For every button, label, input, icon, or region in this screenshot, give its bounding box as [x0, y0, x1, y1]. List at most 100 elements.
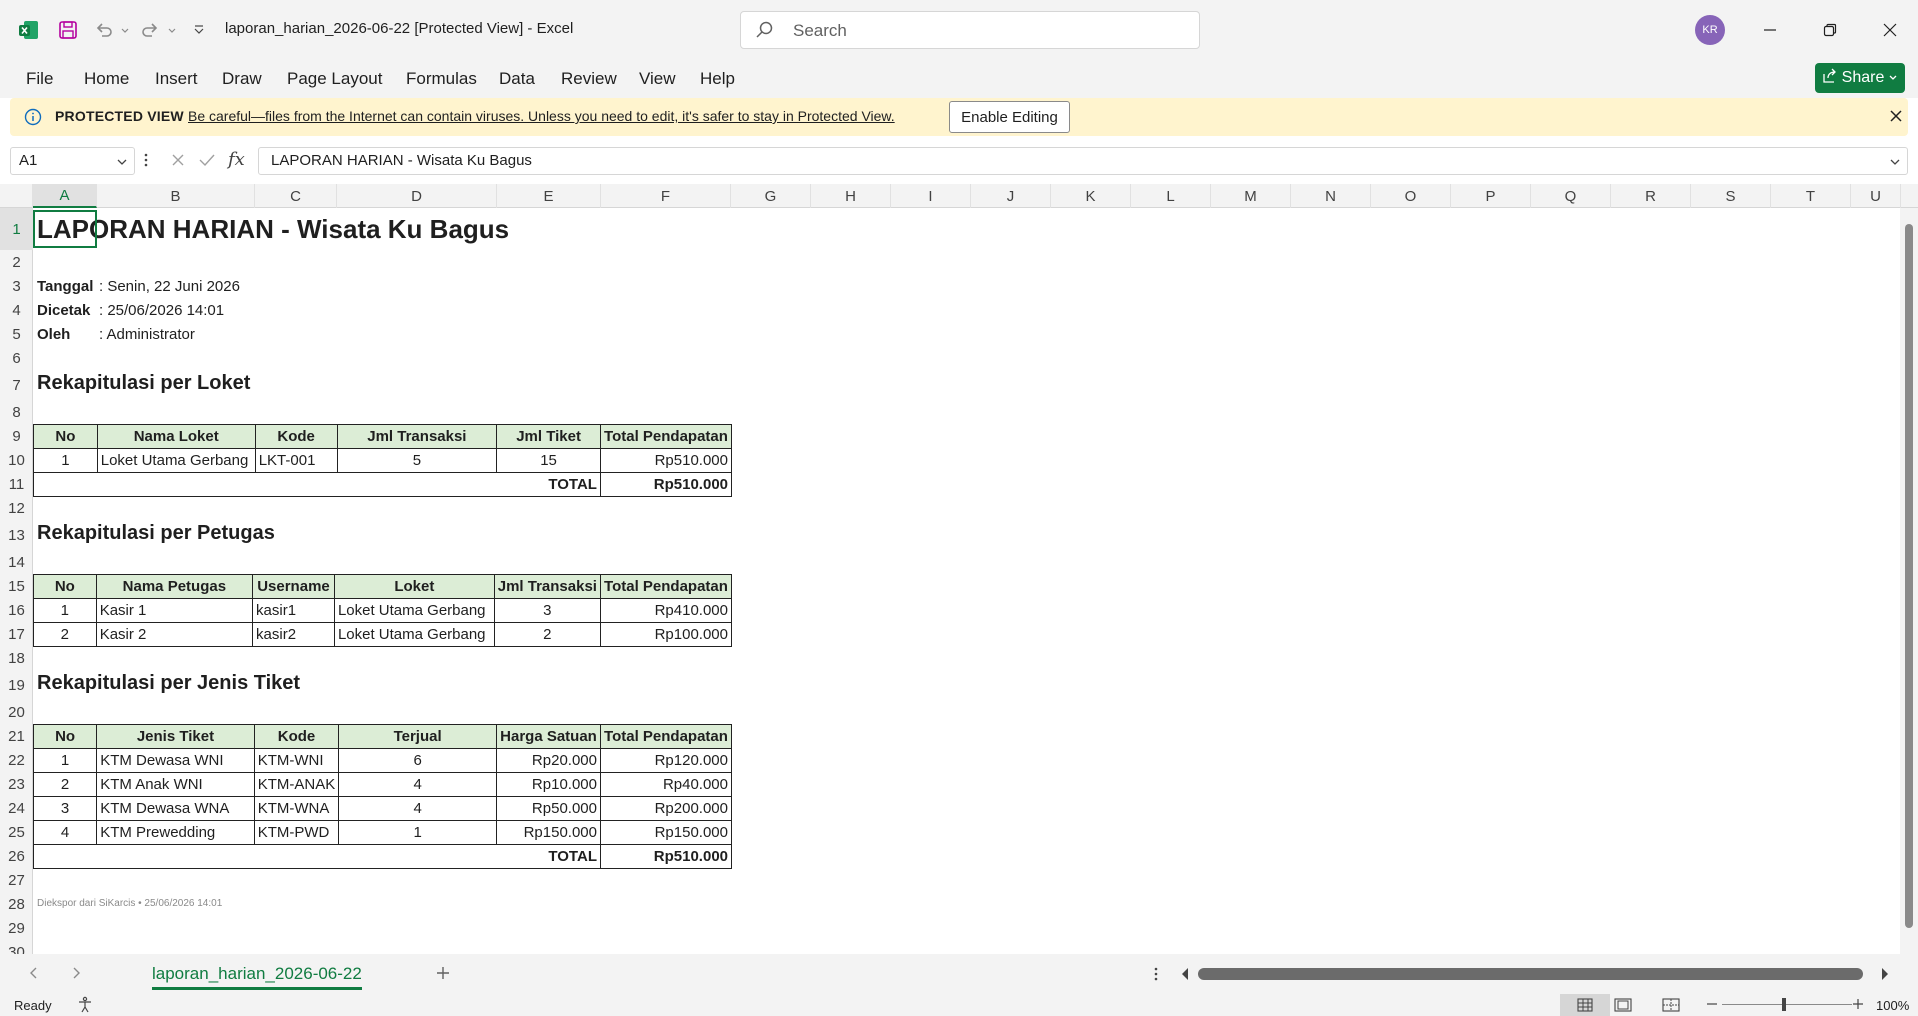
row-header[interactable]: 15	[0, 574, 33, 598]
column-header[interactable]: J	[971, 184, 1051, 208]
column-header[interactable]: N	[1291, 184, 1371, 208]
avatar[interactable]: KR	[1695, 15, 1725, 45]
column-header[interactable]: G	[731, 184, 811, 208]
column-header[interactable]: E	[497, 184, 601, 208]
column-header[interactable]: K	[1051, 184, 1131, 208]
row-header[interactable]: 12	[0, 496, 33, 520]
close-window-button[interactable]	[1870, 14, 1910, 46]
search-input[interactable]: Search	[740, 11, 1200, 49]
row-header[interactable]: 19	[0, 670, 33, 700]
minimize-button[interactable]	[1750, 14, 1790, 46]
menu-review[interactable]: Review	[561, 69, 617, 89]
menu-page-layout[interactable]: Page Layout	[287, 69, 382, 89]
select-all-corner[interactable]	[0, 184, 33, 208]
undo-icon[interactable]	[94, 18, 114, 42]
column-header[interactable]: Q	[1531, 184, 1611, 208]
menu-help[interactable]: Help	[700, 69, 735, 89]
more-options-icon[interactable]	[144, 152, 148, 172]
redo-icon[interactable]	[140, 18, 160, 42]
enter-icon[interactable]	[198, 152, 216, 172]
zoom-level[interactable]: 100%	[1876, 998, 1909, 1013]
menu-file[interactable]: File	[26, 69, 53, 89]
row-header[interactable]: 22	[0, 748, 33, 772]
column-header[interactable]: O	[1371, 184, 1451, 208]
menu-formulas[interactable]: Formulas	[406, 69, 477, 89]
menu-home[interactable]: Home	[84, 69, 129, 89]
column-header[interactable]: M	[1211, 184, 1291, 208]
row-header[interactable]: 8	[0, 400, 33, 424]
column-header[interactable]: L	[1131, 184, 1211, 208]
more-options-icon[interactable]	[1154, 966, 1158, 986]
name-box[interactable]: A1	[10, 147, 135, 175]
row-header[interactable]: 6	[0, 346, 33, 370]
menu-view[interactable]: View	[639, 69, 676, 89]
normal-view-button[interactable]	[1560, 994, 1610, 1016]
row-header[interactable]: 27	[0, 868, 33, 892]
row-header[interactable]: 13	[0, 520, 33, 550]
expand-formula-icon[interactable]	[1889, 155, 1901, 172]
cancel-icon[interactable]	[170, 152, 186, 172]
row-header[interactable]: 9	[0, 424, 33, 448]
protected-view-message[interactable]: Be careful—files from the Internet can c…	[188, 108, 895, 124]
row-header[interactable]: 29	[0, 916, 33, 940]
close-icon[interactable]	[1888, 108, 1904, 128]
row-header[interactable]: 30	[0, 940, 33, 955]
column-header[interactable]: T	[1771, 184, 1851, 208]
column-header[interactable]: P	[1451, 184, 1531, 208]
save-icon[interactable]	[58, 18, 78, 42]
scroll-right-icon[interactable]	[1880, 967, 1890, 985]
row-header[interactable]: 3	[0, 274, 33, 298]
row-header[interactable]: 5	[0, 322, 33, 346]
chevron-down-icon[interactable]	[116, 155, 128, 172]
zoom-out-icon[interactable]	[1706, 997, 1718, 1014]
row-header[interactable]: 24	[0, 796, 33, 820]
insert-function-icon[interactable]: fx	[228, 149, 245, 170]
row-header[interactable]: 23	[0, 772, 33, 796]
row-header[interactable]: 14	[0, 550, 33, 574]
row-header[interactable]: 16	[0, 598, 33, 622]
column-header[interactable]: U	[1851, 184, 1901, 208]
scrollbar-thumb[interactable]	[1905, 224, 1913, 928]
formula-input[interactable]: LAPORAN HARIAN - Wisata Ku Bagus	[258, 147, 1908, 175]
row-header[interactable]: 25	[0, 820, 33, 844]
menu-insert[interactable]: Insert	[155, 69, 198, 89]
vertical-scrollbar[interactable]	[1900, 208, 1918, 954]
horizontal-scrollbar-thumb[interactable]	[1198, 968, 1863, 980]
enable-editing-button[interactable]: Enable Editing	[949, 101, 1070, 133]
row-header[interactable]: 28	[0, 892, 33, 916]
undo-dropdown-icon[interactable]	[120, 18, 130, 42]
restore-button[interactable]	[1810, 14, 1850, 46]
column-header[interactable]: D	[337, 184, 497, 208]
row-header[interactable]: 11	[0, 472, 33, 496]
row-header[interactable]: 20	[0, 700, 33, 724]
sheet-content[interactable]: LAPORAN HARIAN - Wisata Ku Bagus Tanggal…	[32, 208, 1918, 954]
column-header[interactable]: R	[1611, 184, 1691, 208]
column-header[interactable]: H	[811, 184, 891, 208]
scroll-tabs-right-icon[interactable]	[70, 966, 82, 984]
column-header[interactable]: C	[255, 184, 337, 208]
row-header[interactable]: 10	[0, 448, 33, 472]
column-header[interactable]: F	[601, 184, 731, 208]
column-header[interactable]: B	[97, 184, 255, 208]
column-header[interactable]: I	[891, 184, 971, 208]
menu-data[interactable]: Data	[499, 69, 535, 89]
customize-toolbar-icon[interactable]	[192, 18, 206, 42]
column-header[interactable]: A	[33, 184, 97, 208]
zoom-in-icon[interactable]	[1852, 997, 1864, 1014]
scroll-left-icon[interactable]	[1180, 967, 1190, 985]
row-header[interactable]: 26	[0, 844, 33, 868]
add-sheet-icon[interactable]	[435, 965, 451, 985]
zoom-slider[interactable]	[1722, 998, 1852, 1011]
accessibility-icon[interactable]	[76, 996, 94, 1016]
row-header[interactable]: 21	[0, 724, 33, 748]
share-button[interactable]: Share	[1815, 63, 1905, 93]
redo-dropdown-icon[interactable]	[167, 18, 177, 42]
row-header[interactable]: 17	[0, 622, 33, 646]
menu-draw[interactable]: Draw	[222, 69, 262, 89]
scroll-tabs-left-icon[interactable]	[28, 966, 40, 984]
row-header[interactable]: 1	[0, 208, 33, 250]
row-header[interactable]: 4	[0, 298, 33, 322]
page-break-view-icon[interactable]	[1662, 998, 1680, 1015]
row-header[interactable]: 18	[0, 646, 33, 670]
sheet-tab-active[interactable]: laporan_harian_2026-06-22	[140, 958, 374, 990]
